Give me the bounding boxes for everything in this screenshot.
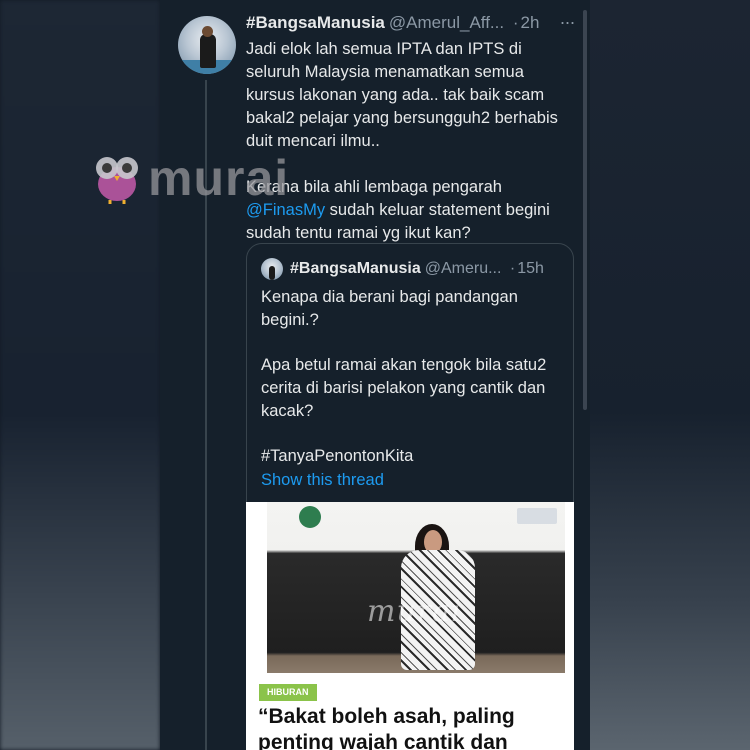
quoted-avatar[interactable] xyxy=(261,258,283,280)
quoted-time-separator: · xyxy=(509,260,516,277)
article-headline: “Bakat boleh asah, paling penting wajah … xyxy=(258,705,515,750)
photo-watermark: murai xyxy=(367,594,462,629)
quoted-author-handle[interactable]: @Ameru... xyxy=(425,260,502,277)
murai-watermark: murai xyxy=(92,148,322,210)
avatar-head xyxy=(202,26,213,37)
author-name[interactable]: #BangsaManusia xyxy=(246,13,385,32)
show-thread-link[interactable]: Show this thread xyxy=(261,469,384,491)
tweet-header: #BangsaManusia @Amerul_Aff... · 2h xyxy=(246,12,576,34)
quoted-author-name[interactable]: #BangsaManusia xyxy=(290,260,421,277)
category-badge: HIBURAN xyxy=(259,684,317,701)
avatar[interactable] xyxy=(178,16,236,74)
event-logo-right xyxy=(517,508,557,524)
avatar-person xyxy=(200,34,216,68)
quoted-hashtag[interactable]: #TanyaPenontonKita xyxy=(261,445,566,468)
murai-wordmark: murai xyxy=(148,150,290,206)
owl-logo-icon xyxy=(96,157,138,204)
time-separator: · xyxy=(512,13,519,32)
event-logo-left xyxy=(299,506,321,528)
author-handle[interactable]: @Amerul_Aff... xyxy=(389,13,504,32)
quoted-paragraph-2: Apa betul ramai akan tengok bila satu2 c… xyxy=(261,356,547,420)
scrollbar[interactable] xyxy=(583,10,587,410)
tweet-time[interactable]: 2h xyxy=(521,13,540,32)
more-options-icon[interactable]: ··· xyxy=(555,12,579,32)
quoted-avatar-person xyxy=(269,266,275,280)
quoted-paragraph-1: Kenapa dia berani bagi pandangan begini.… xyxy=(261,288,518,329)
blurred-backdrop-right xyxy=(585,0,750,750)
tweet-paragraph-1: Jadi elok lah semua IPTA dan IPTS di sel… xyxy=(246,40,558,150)
quoted-tweet-text: Kenapa dia berani bagi pandangan begini.… xyxy=(261,286,566,490)
quoted-tweet-time[interactable]: 15h xyxy=(517,260,544,277)
article-photo: murai xyxy=(267,502,565,673)
quoted-tweet-header: #BangsaManusia @Ameru... · 15h xyxy=(290,259,570,279)
blurred-backdrop-left xyxy=(0,0,160,750)
